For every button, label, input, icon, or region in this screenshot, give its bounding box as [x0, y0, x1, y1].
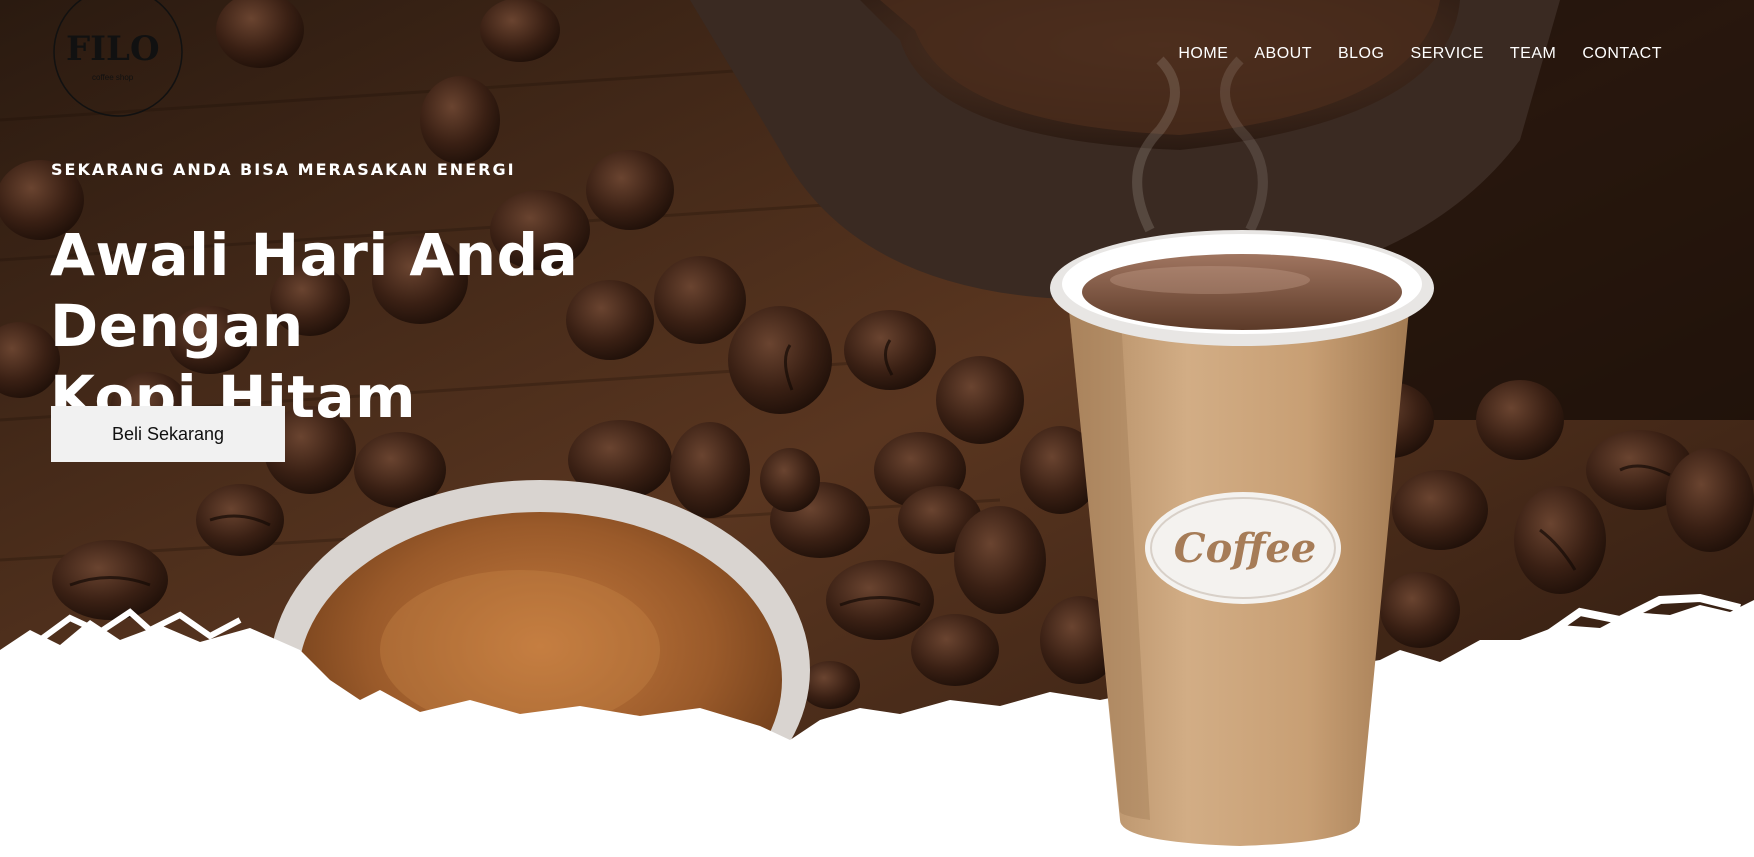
nav-about[interactable]: ABOUT [1254, 45, 1312, 63]
nav-contact[interactable]: CONTACT [1582, 45, 1662, 63]
logo-text: FILO [66, 29, 160, 69]
nav-blog[interactable]: BLOG [1338, 45, 1384, 63]
cup-label-text: Coffee [1174, 525, 1317, 572]
brand-logo[interactable]: FILO coffee shop [52, 0, 184, 120]
nav-team[interactable]: TEAM [1510, 45, 1556, 63]
hero-headline-line-1: Awali Hari Anda Dengan [50, 221, 579, 360]
coffee-cup-label: Coffee [1174, 525, 1317, 572]
hero-headline: Awali Hari Anda Dengan Kopi Hitam [50, 220, 850, 433]
buy-now-button[interactable]: Beli Sekarang [51, 406, 285, 462]
main-nav: HOME ABOUT BLOG SERVICE TEAM CONTACT [1178, 45, 1662, 63]
hero-section: FILO coffee shop HOME ABOUT BLOG SERVICE… [0, 0, 1754, 857]
hero-eyebrow: SEKARANG ANDA BISA MERASAKAN ENERGI [51, 160, 516, 179]
nav-service[interactable]: SERVICE [1410, 45, 1483, 63]
logo-subtext: coffee shop [92, 73, 134, 82]
nav-home[interactable]: HOME [1178, 45, 1228, 63]
